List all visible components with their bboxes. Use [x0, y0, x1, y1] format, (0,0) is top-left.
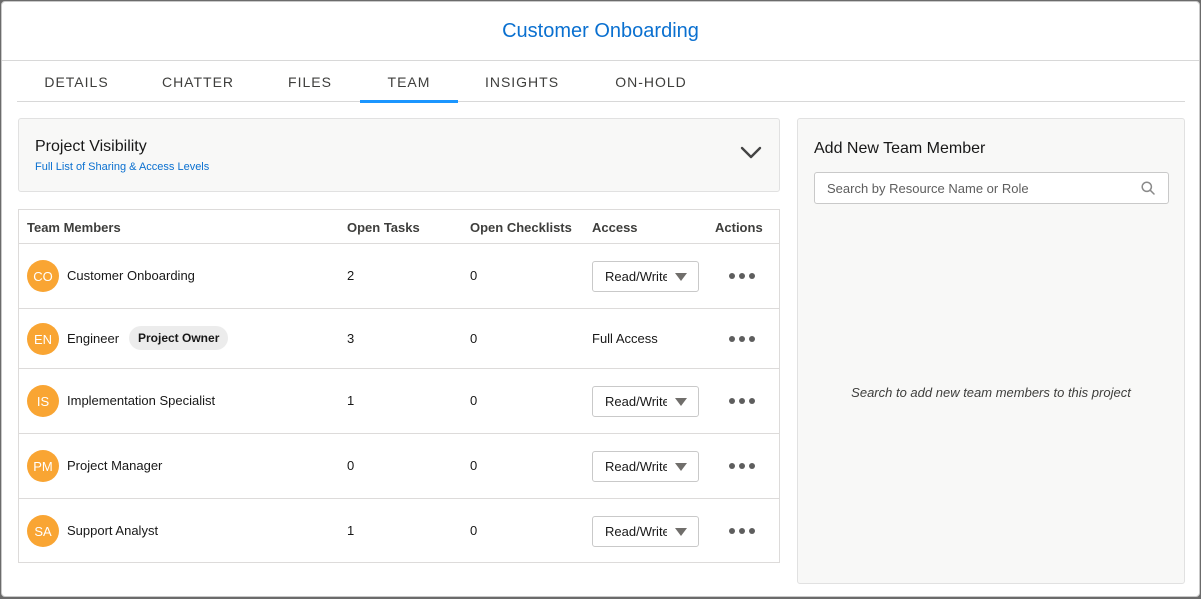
open-checklists-count: 0 — [470, 523, 478, 538]
access-level-text: Full Access — [592, 331, 658, 346]
tab-bar: DETAILS CHATTER FILES TEAM INSIGHTS ON-H… — [17, 61, 1185, 103]
modal-header: Customer Onboarding — [2, 2, 1199, 61]
member-name: Customer Onboarding — [67, 268, 195, 283]
team-members-table: Team Members Open Tasks Open Checklists … — [18, 209, 780, 563]
tab-files[interactable]: FILES — [260, 61, 360, 102]
open-checklists-count: 0 — [470, 458, 478, 473]
modal: Customer Onboarding DETAILS CHATTER FILE… — [1, 1, 1200, 597]
search-icon — [1141, 181, 1155, 195]
avatar: PM — [27, 450, 59, 482]
tab-chatter[interactable]: CHATTER — [136, 61, 260, 102]
member-name: Support Analyst — [67, 523, 159, 538]
header-access: Access — [592, 220, 638, 235]
sharing-access-levels-link[interactable]: Full List of Sharing & Access Levels — [35, 161, 209, 173]
project-visibility-title: Project Visibility — [35, 138, 147, 155]
avatar: CO — [27, 260, 59, 292]
open-tasks-count: 2 — [347, 268, 355, 283]
open-tasks-count: 0 — [347, 458, 355, 473]
resource-search-input[interactable] — [815, 173, 1125, 203]
row-actions-menu-icon[interactable] — [729, 461, 757, 471]
tab-on-hold[interactable]: ON-HOLD — [586, 61, 716, 102]
tab-details[interactable]: DETAILS — [17, 61, 136, 102]
table-row: PM Project Manager 0 0 Read/Write — [19, 434, 779, 499]
access-select[interactable]: Read/Write — [592, 261, 699, 292]
header-open-tasks: Open Tasks — [347, 220, 420, 235]
row-actions-menu-icon[interactable] — [729, 526, 757, 536]
open-checklists-count: 0 — [470, 331, 478, 346]
avatar: SA — [27, 515, 59, 547]
modal-title: Customer Onboarding — [502, 19, 699, 42]
project-owner-badge: Project Owner — [129, 326, 229, 350]
caret-down-icon — [675, 528, 687, 536]
project-visibility-panel: Project Visibility Full List of Sharing … — [18, 118, 780, 192]
row-actions-menu-icon[interactable] — [729, 396, 757, 406]
caret-down-icon — [675, 398, 687, 406]
tab-insights[interactable]: INSIGHTS — [458, 61, 586, 102]
access-select[interactable]: Read/Write — [592, 451, 699, 482]
open-tasks-count: 1 — [347, 523, 355, 538]
open-tasks-count: 3 — [347, 331, 355, 346]
table-row: IS Implementation Specialist 1 0 Read/Wr… — [19, 369, 779, 434]
caret-down-icon — [675, 273, 687, 281]
chevron-down-icon[interactable] — [740, 146, 762, 160]
add-team-member-title: Add New Team Member — [814, 140, 986, 157]
access-select[interactable]: Read/Write — [592, 386, 699, 417]
row-actions-menu-icon[interactable] — [729, 334, 757, 344]
access-select-value: Read/Write — [605, 394, 667, 409]
row-actions-menu-icon[interactable] — [729, 271, 757, 281]
table-row: CO Customer Onboarding 2 0 Read/Write — [19, 244, 779, 309]
member-name: Implementation Specialist — [67, 393, 216, 408]
open-tasks-count: 1 — [347, 393, 355, 408]
empty-state-message: Search to add new team members to this p… — [851, 385, 1131, 400]
access-select-value: Read/Write — [605, 269, 667, 284]
table-row: EN Engineer Project Owner 3 0 Full Acces… — [19, 309, 779, 369]
open-checklists-count: 0 — [470, 393, 478, 408]
member-name: Project Manager — [67, 458, 163, 473]
member-name: Engineer — [67, 331, 120, 346]
access-select[interactable]: Read/Write — [592, 516, 699, 547]
caret-down-icon — [675, 463, 687, 471]
search-box — [814, 172, 1169, 204]
avatar: IS — [27, 385, 59, 417]
header-actions: Actions — [715, 220, 763, 235]
access-select-value: Read/Write — [605, 459, 667, 474]
add-team-member-panel: Add New Team Member Search to add new te… — [797, 118, 1185, 584]
tab-team[interactable]: TEAM — [360, 61, 458, 103]
table-row: SA Support Analyst 1 0 Read/Write — [19, 499, 779, 563]
access-select-value: Read/Write — [605, 524, 667, 539]
table-header: Team Members Open Tasks Open Checklists … — [19, 210, 779, 244]
open-checklists-count: 0 — [470, 268, 478, 283]
header-open-checklists: Open Checklists — [470, 220, 572, 235]
header-team-members: Team Members — [27, 220, 121, 235]
avatar: EN — [27, 323, 59, 355]
